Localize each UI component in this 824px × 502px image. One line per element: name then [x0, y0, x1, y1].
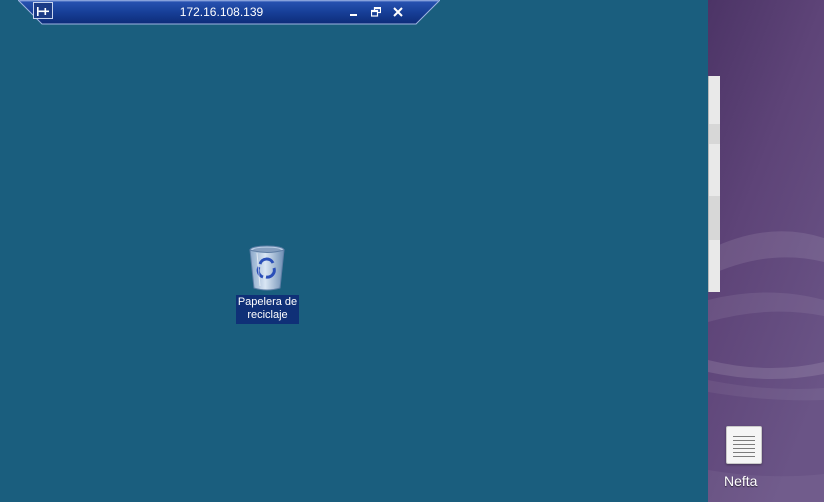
- window-edge-control: [709, 196, 720, 240]
- restore-icon: [370, 2, 382, 21]
- remote-connection-bar[interactable]: 172.16.108.139: [18, 0, 440, 25]
- desktop-icon-recycle-bin[interactable]: Papelera de reciclaje: [236, 244, 299, 324]
- pin-button[interactable]: [33, 2, 53, 19]
- recycle-bin-label: Papelera de reciclaje: [236, 295, 299, 324]
- pin-icon: [37, 1, 49, 20]
- connection-title: 172.16.108.139: [179, 5, 264, 19]
- host-window-edge[interactable]: [708, 76, 720, 292]
- close-icon: [393, 2, 403, 21]
- file-label: Nefta: [724, 473, 758, 489]
- window-edge-control: [709, 124, 720, 144]
- recycle-bin-icon: [248, 244, 286, 292]
- desktop-icon-file[interactable]: Nefta: [724, 424, 768, 494]
- close-button[interactable]: [389, 3, 407, 19]
- remote-desktop[interactable]: 172.16.108.139 Papelera de reciclaje: [0, 0, 708, 502]
- minimize-icon: [349, 2, 358, 21]
- restore-button[interactable]: [367, 3, 385, 19]
- screen: 172.16.108.139 Papelera de reciclaje Nef…: [0, 0, 824, 502]
- minimize-button[interactable]: [344, 3, 362, 19]
- text-file-icon: [726, 426, 762, 464]
